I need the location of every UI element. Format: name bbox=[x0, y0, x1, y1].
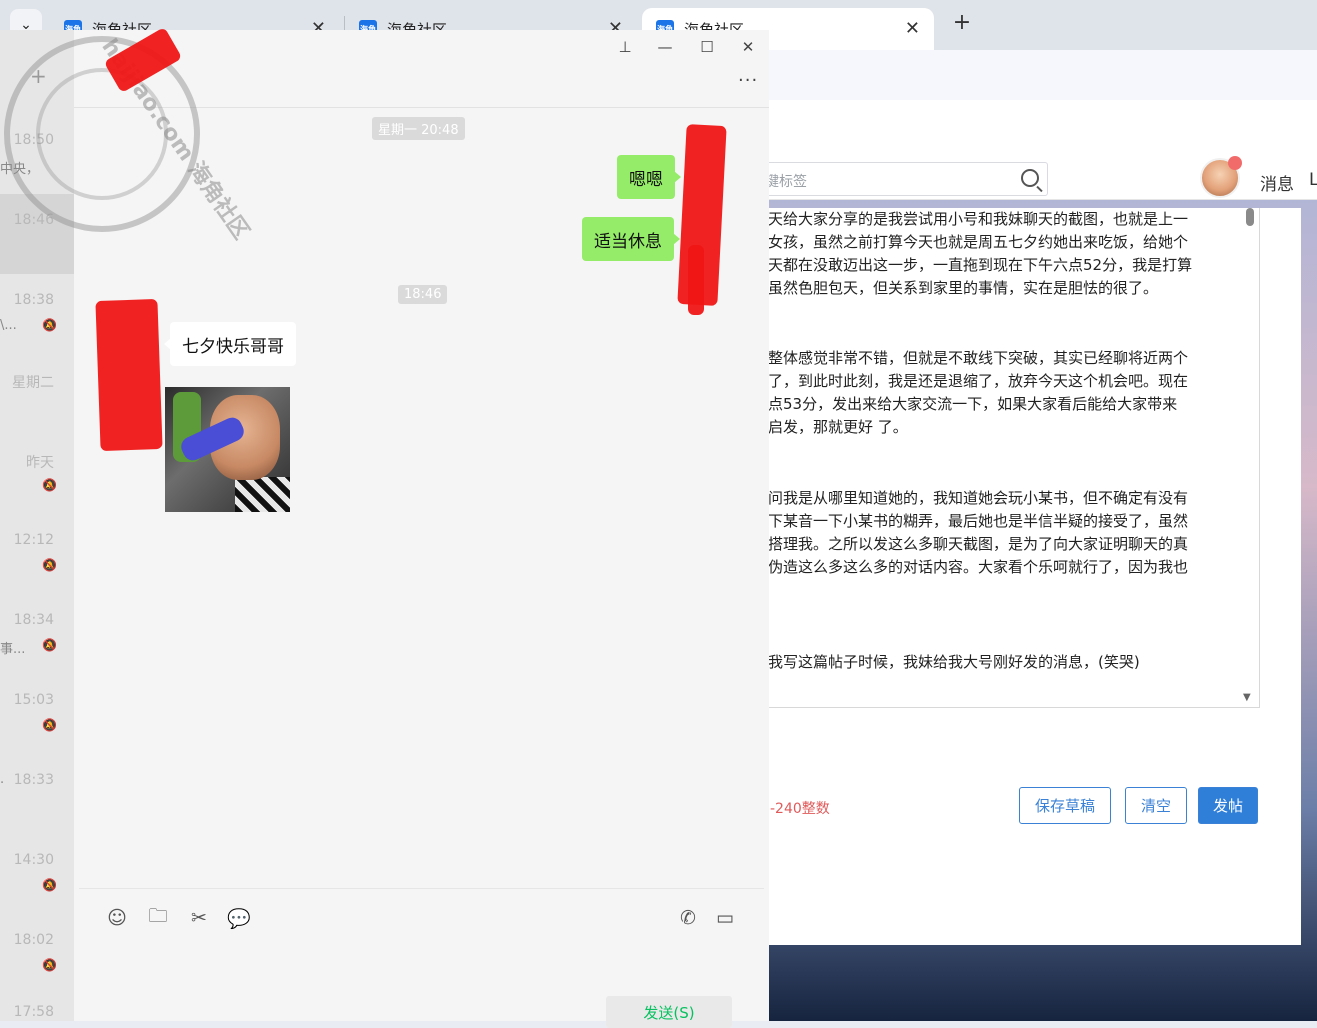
editor-line: 女孩，虽然之前打算今天也就是周五七夕约她出来吃饭，给她个 bbox=[768, 233, 1189, 251]
my-message-bubble[interactable]: 嗯嗯 bbox=[617, 155, 681, 199]
message-timestamp: 星期一 20:48 bbox=[372, 117, 465, 140]
search-icon[interactable] bbox=[1021, 169, 1039, 187]
chat-history-icon[interactable]: 💬 bbox=[227, 906, 251, 930]
chat-list-time: 12:12 bbox=[13, 532, 54, 548]
scroll-down-icon[interactable]: ▼ bbox=[1243, 692, 1251, 703]
post-editor-card: 天给大家分享的是我尝试用小号和我妹聊天的截图，也就是上一 女孩，虽然之前打算今天… bbox=[740, 208, 1301, 945]
watermark-seal: haijiao.com 海角社区 bbox=[4, 35, 254, 244]
clear-button[interactable]: 清空 bbox=[1125, 787, 1187, 824]
editor-line: 下某音一下小某书的糊弄，最后她也是半信半疑的接受了，虽然 bbox=[768, 512, 1189, 530]
redaction-scribble bbox=[688, 245, 704, 315]
chat-list-time: 17:58 bbox=[13, 1004, 54, 1020]
scissors-icon[interactable]: ✂ bbox=[187, 906, 211, 930]
post-content-editor[interactable]: 天给大家分享的是我尝试用小号和我妹聊天的截图，也就是上一 女孩，虽然之前打算今天… bbox=[740, 208, 1260, 708]
editor-line: 了，到此时此刻，我是还是退缩了，放弃今天这个机会吧。现在 bbox=[768, 372, 1189, 390]
pin-icon[interactable]: ⊥ bbox=[614, 38, 636, 56]
editor-line: 搭理我。之所以发这么多聊天截图，是为了向大家证明聊天的真 bbox=[768, 535, 1189, 553]
chat-list-item[interactable]: 12:12 🔕 bbox=[0, 514, 74, 594]
their-message-bubble[interactable]: 七夕快乐哥哥 bbox=[164, 322, 296, 366]
mute-bell-icon: 🔕 bbox=[42, 718, 57, 732]
new-tab-button[interactable]: + bbox=[950, 10, 974, 35]
chat-list-time: 星期二 bbox=[12, 375, 54, 391]
minimize-button[interactable]: — bbox=[654, 38, 676, 56]
editor-line: 整体感觉非常不错，但就是不敢线下突破，其实已经聊将近两个 bbox=[768, 349, 1189, 367]
input-divider bbox=[79, 888, 764, 889]
chat-list-time: 昨天 bbox=[26, 455, 54, 471]
tag-search-input[interactable]: 键标签 bbox=[740, 162, 1048, 196]
mute-bell-icon: 🔕 bbox=[42, 958, 57, 972]
redaction-scribble bbox=[95, 298, 163, 452]
editor-line: 问我是从哪里知道她的，我知道她会玩小某书，但不确定有没有 bbox=[768, 489, 1189, 507]
chat-list-item[interactable]: 18:33 . bbox=[0, 754, 74, 834]
editor-line: 天给大家分享的是我尝试用小号和我妹聊天的截图，也就是上一 bbox=[768, 210, 1189, 228]
chat-list-snippet: \... bbox=[0, 318, 17, 333]
mute-bell-icon: 🔕 bbox=[42, 558, 57, 572]
nav-overflow-link[interactable]: Ц bbox=[1309, 170, 1317, 190]
avatar-badge bbox=[1228, 156, 1242, 170]
chat-list-snippet: 事... bbox=[0, 642, 26, 657]
tab-close-icon[interactable]: ✕ bbox=[905, 18, 920, 39]
tag-count-hint: -240整数 bbox=[770, 801, 830, 817]
chat-list-time: 18:02 bbox=[13, 932, 54, 948]
chat-list-item[interactable]: 15:03 🔕 bbox=[0, 674, 74, 754]
message-timestamp: 18:46 bbox=[398, 285, 448, 304]
save-draft-button[interactable]: 保存草稿 bbox=[1019, 787, 1111, 824]
chat-list-time: 18:34 bbox=[13, 612, 54, 628]
chat-list-time: 18:33 bbox=[13, 772, 54, 788]
editor-line: 启发，那就更好 了。 bbox=[768, 418, 908, 436]
chat-list-item[interactable]: 18:34 事... 🔕 bbox=[0, 594, 74, 674]
chat-list-item[interactable]: 17:58 bbox=[0, 994, 74, 1021]
search-placeholder: 键标签 bbox=[765, 174, 807, 190]
chat-list-item[interactable]: 星期二 bbox=[0, 354, 74, 434]
chat-list-time: 14:30 bbox=[13, 852, 54, 868]
close-window-button[interactable]: ✕ bbox=[737, 38, 759, 56]
mute-bell-icon: 🔕 bbox=[42, 478, 57, 492]
mute-bell-icon: 🔕 bbox=[42, 878, 57, 892]
chat-list-item[interactable]: 18:38 \... 🔕 bbox=[0, 274, 74, 354]
editor-line: 我写这篇帖子时候，我妹给我大号刚好发的消息，(笑哭) bbox=[768, 653, 1140, 671]
more-options-icon[interactable]: ··· bbox=[738, 70, 758, 91]
folder-icon[interactable]: 🗀 bbox=[146, 905, 170, 930]
chat-list-time: 18:38 bbox=[13, 292, 54, 308]
mute-bell-icon: 🔕 bbox=[42, 318, 57, 332]
post-button[interactable]: 发帖 bbox=[1198, 787, 1258, 824]
editor-line: 伪造这么多这么多的对话内容。大家看个乐呵就行了，因为我也 bbox=[768, 558, 1189, 576]
mute-bell-icon: 🔕 bbox=[42, 638, 57, 652]
sticker-pattern bbox=[235, 477, 290, 512]
send-button[interactable]: 发送(S) bbox=[606, 996, 732, 1028]
user-avatar[interactable] bbox=[1200, 156, 1242, 198]
editor-line: 点53分，发出来给大家交流一下，如果大家看后能给大家带来 bbox=[768, 395, 1178, 413]
nav-messages-link[interactable]: 消息 bbox=[1260, 170, 1294, 195]
sticker-image[interactable] bbox=[165, 387, 290, 512]
chat-list-snippet: . bbox=[0, 772, 5, 787]
chat-list-time: 15:03 bbox=[13, 692, 54, 708]
chat-list-item[interactable]: 14:30 🔕 bbox=[0, 834, 74, 914]
phone-call-icon[interactable]: ✆ bbox=[676, 906, 700, 930]
my-message-bubble[interactable]: 适当休息 bbox=[582, 217, 680, 261]
editor-line: 虽然色胆包天，但关系到家里的事情，实在是胆怯的很了。 bbox=[768, 279, 1159, 297]
maximize-button[interactable]: ☐ bbox=[696, 38, 718, 56]
chat-list-item[interactable]: 18:02 🔕 bbox=[0, 914, 74, 994]
editor-line: 天都在没敢迈出这一步，一直拖到现在下午六点52分，我是打算 bbox=[768, 256, 1193, 274]
video-call-icon[interactable]: ▭ bbox=[711, 906, 739, 930]
chat-list-item[interactable]: 昨天 🔕 bbox=[0, 434, 74, 514]
emoji-icon[interactable]: ☺ bbox=[105, 906, 129, 930]
editor-scrollbar-thumb[interactable] bbox=[1246, 208, 1254, 226]
